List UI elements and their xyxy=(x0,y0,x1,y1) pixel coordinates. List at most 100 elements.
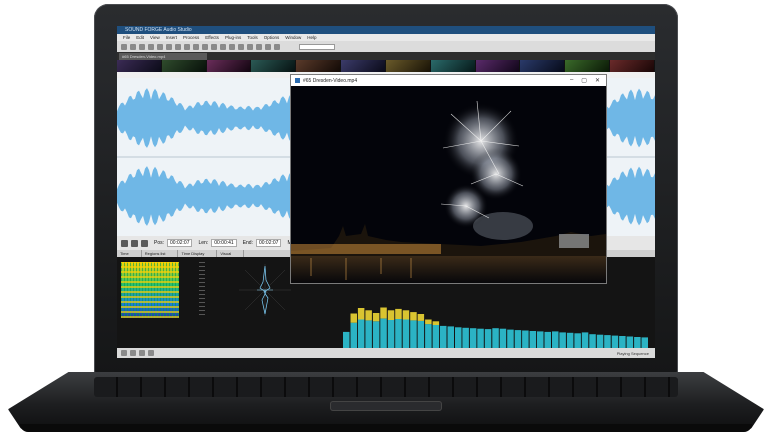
meter-bar xyxy=(380,318,387,348)
tab-visual[interactable]: Visual xyxy=(217,250,245,257)
video-preview-window[interactable]: #65 Dresden-Video.mp4 – ▢ ✕ xyxy=(291,75,606,283)
fireworks-video-frame xyxy=(291,86,606,283)
main-toolbar xyxy=(117,41,655,52)
window-controls: – ▢ ✕ xyxy=(570,77,606,84)
menu-file[interactable]: File xyxy=(123,34,130,41)
status-zoom-icon[interactable] xyxy=(148,350,154,356)
loop-icon[interactable] xyxy=(256,43,262,50)
status-stop-icon[interactable] xyxy=(130,350,136,356)
tab-time-display[interactable]: Time Display xyxy=(178,250,218,257)
meter-bar xyxy=(410,320,417,348)
menu-tools[interactable]: Tools xyxy=(247,34,258,41)
vectorscope xyxy=(239,264,291,316)
menu-view[interactable]: View xyxy=(150,34,160,41)
meter-bar xyxy=(425,324,432,348)
save-icon[interactable] xyxy=(139,43,145,50)
meter-bar xyxy=(641,337,648,348)
menu-window[interactable]: Window xyxy=(285,34,301,41)
meter-bar xyxy=(589,334,596,348)
menu-options[interactable]: Options xyxy=(264,34,280,41)
meter-bar xyxy=(611,335,619,348)
cut-icon[interactable] xyxy=(148,43,154,50)
copy-icon[interactable] xyxy=(157,43,163,50)
meter-bar xyxy=(440,325,447,348)
meter-bar xyxy=(365,320,372,348)
stop-icon[interactable] xyxy=(247,43,253,50)
laptop-trackpad xyxy=(330,401,442,411)
tab-regions-list[interactable]: Regions list xyxy=(142,250,179,257)
video-thumbnail xyxy=(161,60,206,72)
video-thumbnail xyxy=(610,60,654,72)
meter-bar xyxy=(469,328,477,348)
pos-label: Pos: xyxy=(154,240,165,246)
video-window-title: #65 Dresden-Video.mp4 xyxy=(303,77,358,84)
video-thumbnail xyxy=(341,60,385,72)
pos-value[interactable]: 00:02:07 xyxy=(167,239,193,247)
menu-help[interactable]: Help xyxy=(307,34,316,41)
spectrogram xyxy=(121,262,179,318)
meter-bar xyxy=(357,319,365,348)
magnify-tool-icon[interactable] xyxy=(211,43,217,50)
menu-process[interactable]: Process xyxy=(183,34,199,41)
paste-icon[interactable] xyxy=(166,43,172,50)
spectrum-meter xyxy=(343,307,648,348)
screen: SOUND FORGE Audio Studio File Edit View … xyxy=(117,26,655,358)
open-icon[interactable] xyxy=(130,43,136,50)
video-thumbnail-strip xyxy=(117,60,655,72)
menu-plugins[interactable]: Plug-ins xyxy=(225,34,241,41)
menu-edit[interactable]: Edit xyxy=(136,34,144,41)
status-text: Playing Sequence xyxy=(616,350,649,356)
meter-bar xyxy=(522,330,529,348)
status-play-icon[interactable] xyxy=(121,350,127,356)
meter-bar xyxy=(402,319,410,348)
video-frame xyxy=(291,86,606,283)
marker-icon[interactable] xyxy=(265,43,271,50)
stop-button-icon[interactable] xyxy=(131,239,138,247)
meter-bar xyxy=(559,332,566,348)
play-button-icon[interactable] xyxy=(121,239,128,247)
len-value[interactable]: 00:00:41 xyxy=(211,239,237,247)
video-file-icon xyxy=(295,78,300,83)
meter-bar xyxy=(492,328,499,348)
tab-time[interactable]: Time xyxy=(117,250,142,257)
meter-peak xyxy=(417,314,425,321)
meter-bar xyxy=(372,321,380,348)
meter-bar xyxy=(477,328,484,348)
menu-bar: File Edit View Insert Process Effects Pl… xyxy=(117,34,655,41)
meter-bar xyxy=(619,336,626,348)
menu-insert[interactable]: Insert xyxy=(166,34,177,41)
video-thumbnail xyxy=(475,60,520,72)
undo-icon[interactable] xyxy=(175,43,181,50)
video-thumbnail xyxy=(430,60,475,72)
zoom-combo[interactable] xyxy=(299,43,335,50)
record-button-icon[interactable] xyxy=(141,239,148,247)
maximize-icon[interactable]: ▢ xyxy=(581,77,587,84)
meter-bar xyxy=(447,326,454,348)
meter-peak xyxy=(425,319,432,325)
minimize-icon[interactable]: – xyxy=(570,77,573,84)
menu-effects[interactable]: Effects xyxy=(205,34,219,41)
new-icon[interactable] xyxy=(121,43,127,50)
laptop-base-lip xyxy=(20,424,752,432)
close-icon[interactable]: ✕ xyxy=(595,77,600,84)
redo-icon[interactable] xyxy=(184,43,190,50)
end-value[interactable]: 00:02:07 xyxy=(255,239,282,247)
meter-bar xyxy=(552,331,559,348)
meter-peak xyxy=(350,313,357,323)
meter-bar xyxy=(350,322,357,348)
meter-bar xyxy=(343,331,350,348)
video-window-titlebar[interactable]: #65 Dresden-Video.mp4 – ▢ ✕ xyxy=(291,75,606,86)
video-thumbnail xyxy=(385,60,430,72)
meter-peak xyxy=(402,310,410,320)
edit-tool-icon[interactable] xyxy=(202,43,208,50)
meter-bar xyxy=(417,320,425,348)
record-icon[interactable] xyxy=(229,43,235,50)
app-titlebar: SOUND FORGE Audio Studio xyxy=(117,26,655,34)
status-loop-icon[interactable] xyxy=(139,350,145,356)
meter-bar xyxy=(566,332,574,348)
document-tab[interactable]: #65 Dresden-Video.mp4 xyxy=(119,53,207,60)
pencil-tool-icon[interactable] xyxy=(220,43,226,50)
trim-icon[interactable] xyxy=(193,43,199,50)
region-icon[interactable] xyxy=(274,43,280,50)
play-icon[interactable] xyxy=(238,43,244,50)
